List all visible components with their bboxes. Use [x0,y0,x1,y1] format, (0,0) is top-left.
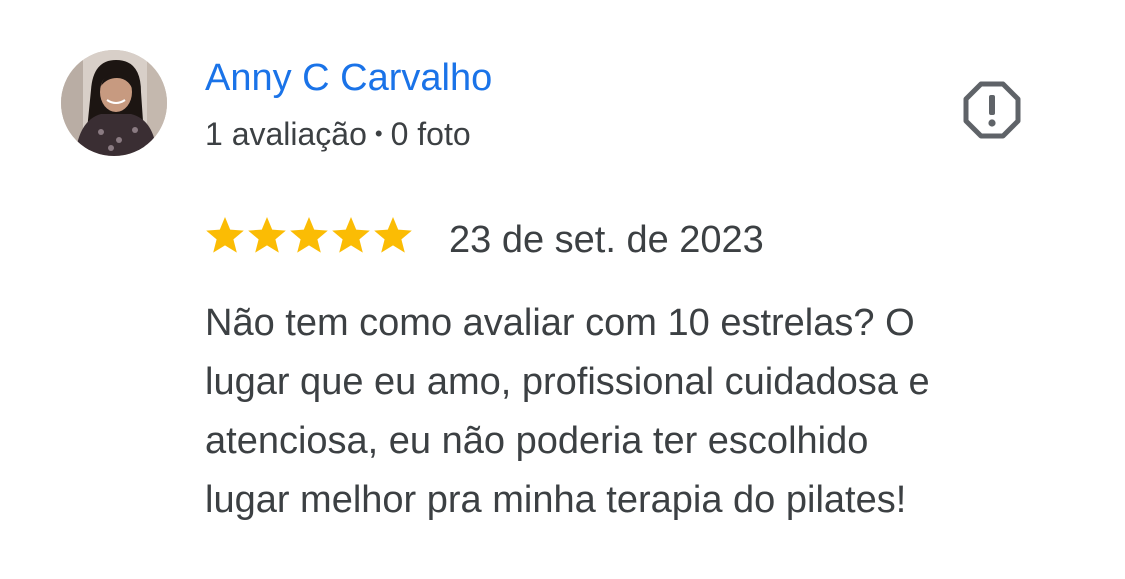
star-icon [205,214,245,256]
review-date: 23 de set. de 2023 [449,219,764,261]
profile-photo [61,50,167,156]
review-text-line: lugar que eu amo, profissional cuidadosa… [205,361,930,403]
star-icon [247,214,287,256]
star-icon [331,214,371,256]
author-name[interactable]: Anny C Carvalho [205,56,492,100]
star-rating [205,214,413,258]
review-text-line: Não tem como avaliar com 10 estrelas? O [205,302,915,344]
star-icon [373,214,413,256]
avatar[interactable] [61,50,167,156]
review-text-line: lugar melhor pra minha terapia do pilate… [205,479,907,521]
report-flag-icon [963,81,1021,139]
author-meta: 1 avaliação • 0 foto [205,114,471,154]
report-button[interactable] [962,80,1022,140]
photos-count: 0 foto [390,116,471,152]
reviews-count: 1 avaliação [205,116,367,152]
star-icon [289,214,329,256]
review-text-line: atenciosa, eu não poderia ter escolhido [205,420,869,462]
review-text: Não tem como avaliar com 10 estrelas? O l… [205,294,1105,530]
meta-separator: • [374,121,383,146]
